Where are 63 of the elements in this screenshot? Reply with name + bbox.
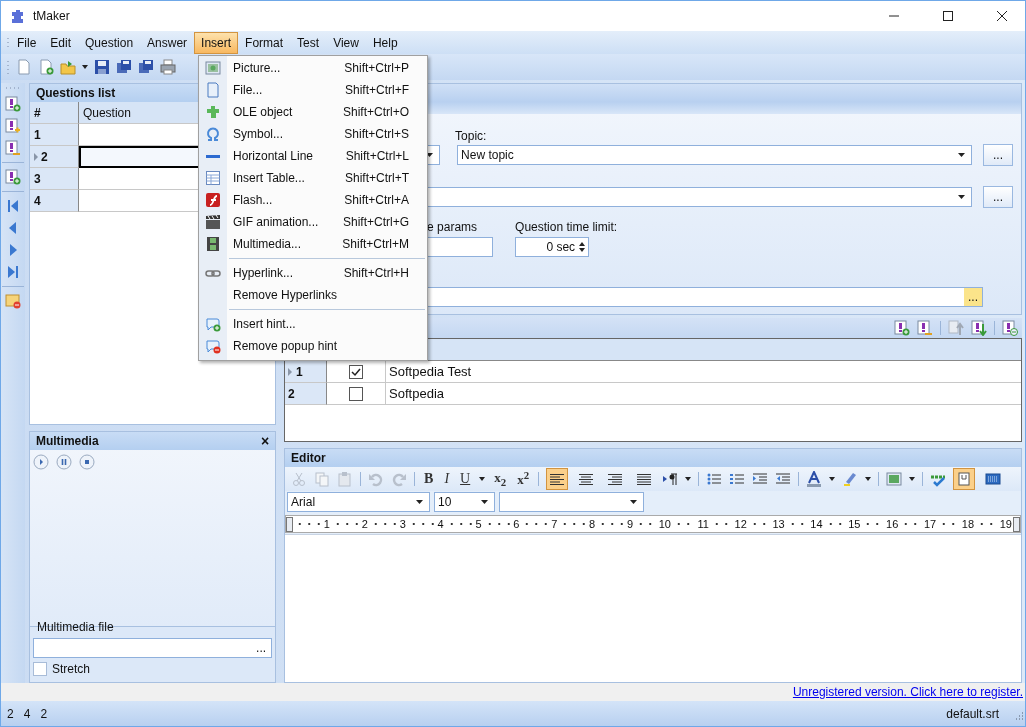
menu-item-label: GIF animation... [232,215,320,229]
dropdown-value: 10 [438,495,453,509]
field-label: e params [427,220,479,234]
field-label: Topic: [455,129,487,143]
ruler-number: 15 [847,518,862,530]
ruler-number: 18 [960,518,976,530]
shortcut-text: Shift+Ctrl+H [343,266,409,280]
menu-item-label: Insert Table... [232,171,306,185]
row-number-text: 3 [33,171,41,186]
ruler-number: 5 [474,518,483,530]
menu-item-label: Flash... [232,193,274,207]
shortcut-text: Shift+Ctrl+T [344,171,409,185]
ruler-number: 3 [398,518,407,530]
ruler-number: 19 [998,518,1013,530]
window-title: tMaker [33,9,70,23]
column-header: # [29,102,79,124]
ruler-number: 14 [809,518,824,530]
status-count: 4 [23,706,31,721]
dropdown-value: New topic [461,148,515,162]
shortcut-text: Shift+Ctrl+L [345,149,409,163]
ruler-number: 17 [922,518,938,530]
table-cell: Softpedia [386,383,1021,405]
menu-item-label: Horizontal Line [232,149,315,163]
ruler-number: 16 [885,518,900,530]
group-label: Multimedia file [35,620,115,634]
panel-title: Editor [285,449,1021,467]
row-number-text: 4 [33,193,41,208]
shortcut-text: Shift+Ctrl+M [342,237,409,251]
row-number-text: 2 [40,149,48,164]
spin-value: 0 sec [545,240,576,254]
ruler-number: 10 [657,518,672,530]
menu-item-label: File... [232,83,264,97]
ruler-number: 13 [771,518,786,530]
ruler-number: 7 [550,518,559,530]
status-file: default.srt [946,706,999,721]
table-cell: Softpedia Test [386,361,1021,383]
menu-item-label: Symbol... [232,127,284,141]
menu-item-label: Picture... [232,61,282,75]
menu-item-label: Hyperlink... [232,266,295,280]
row-number-text: 1 [296,364,303,379]
menu-item-label: Multimedia... [232,237,303,251]
shortcut-text: Shift+Ctrl+O [342,105,409,119]
ruler-number: 12 [733,518,748,530]
ruler-number: 1 [322,518,331,530]
status-count: 2 [7,706,14,721]
shortcut-text: Shift+Ctrl+F [344,83,409,97]
row-number-text: 1 [33,127,41,142]
ruler-number: 11 [696,518,710,530]
shortcut-text: Shift+Ctrl+S [344,127,409,141]
status-count: 2 [40,706,48,721]
ruler-number: 9 [625,518,635,530]
shortcut-text: Shift+Ctrl+P [344,61,409,75]
ruler-number: 8 [588,518,597,530]
ruler-number: 4 [436,518,445,530]
dropdown-value: Arial [291,495,317,509]
shortcut-text: Shift+Ctrl+A [344,193,409,207]
shortcut-text: Shift+Ctrl+G [342,215,409,229]
row-number-text: 2 [288,386,295,401]
ruler-number: 6 [512,518,521,530]
field-label: Question time limit: [515,220,618,234]
ruler-number: 2 [360,518,369,530]
panel-title: Multimedia [35,434,100,448]
checkbox-label: Stretch [51,662,90,676]
